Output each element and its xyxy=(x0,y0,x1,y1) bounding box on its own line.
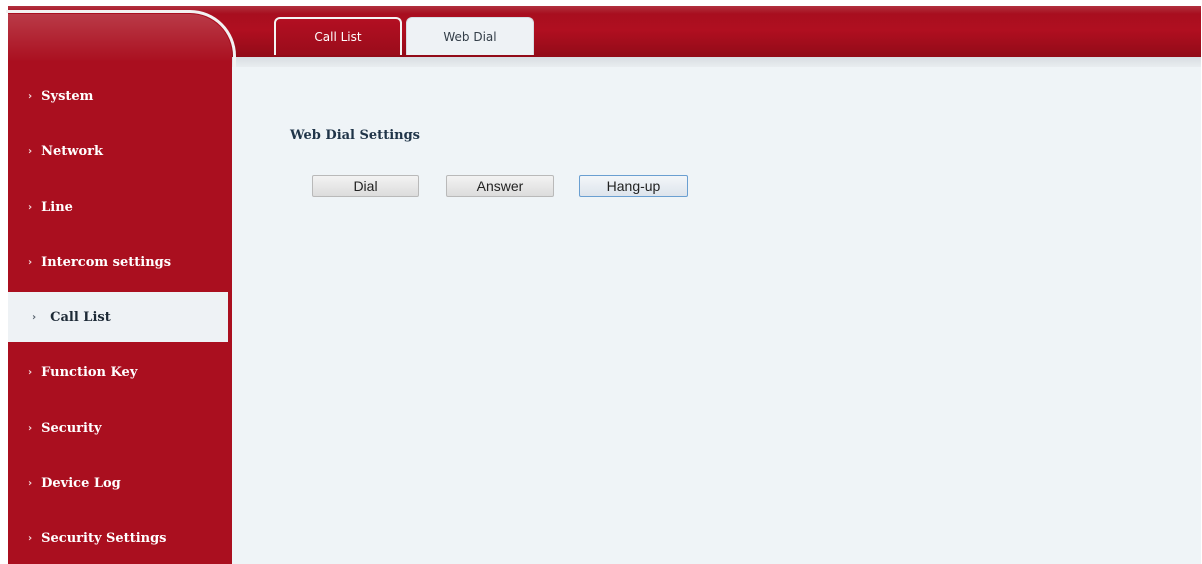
main-content: Web Dial Settings Dial Answer Hang-up xyxy=(232,67,1201,564)
sidebar-item-label: Function Key xyxy=(41,364,138,380)
top-banner-shine xyxy=(8,6,1201,14)
chevron-right-icon: › xyxy=(28,256,33,268)
tab-call-list[interactable]: Call List xyxy=(274,17,402,55)
sidebar-item-label: Call List xyxy=(50,309,111,325)
answer-button[interactable]: Answer xyxy=(446,175,554,197)
sidebar-item-security[interactable]: › Security xyxy=(8,403,228,453)
tab-underline-strip xyxy=(232,57,1201,67)
sidebar-item-line[interactable]: › Line xyxy=(8,182,228,232)
hang-up-button[interactable]: Hang-up xyxy=(579,175,688,197)
sidebar-item-label: Security Settings xyxy=(41,530,167,546)
sidebar-item-label: Device Log xyxy=(41,475,121,491)
sidebar-item-security-settings[interactable]: › Security Settings xyxy=(8,513,228,563)
section-title: Web Dial Settings xyxy=(290,128,420,143)
chevron-right-icon: › xyxy=(28,90,33,102)
chevron-right-icon: › xyxy=(28,532,33,544)
sidebar-item-function-key[interactable]: › Function Key xyxy=(8,347,228,397)
chevron-right-icon: › xyxy=(28,201,33,213)
chevron-right-icon: › xyxy=(28,145,33,157)
chevron-right-icon: › xyxy=(28,477,33,489)
sidebar-item-network[interactable]: › Network xyxy=(8,126,228,176)
sidebar-item-system[interactable]: › System xyxy=(8,71,228,121)
sidebar-item-label: Network xyxy=(41,143,104,159)
sidebar-item-call-list[interactable]: › Call List xyxy=(8,292,228,342)
chevron-right-icon: › xyxy=(32,311,37,323)
sidebar-item-label: Intercom settings xyxy=(41,254,172,270)
dial-button[interactable]: Dial xyxy=(312,175,419,197)
chevron-right-icon: › xyxy=(28,422,33,434)
sidebar-item-label: Security xyxy=(41,420,102,436)
chevron-right-icon: › xyxy=(28,366,33,378)
tab-web-dial[interactable]: Web Dial xyxy=(406,17,534,55)
web-ui-page: › System › Network › Line › Intercom set… xyxy=(0,0,1202,564)
sidebar-item-intercom-settings[interactable]: › Intercom settings xyxy=(8,237,228,287)
sidebar-item-label: System xyxy=(41,88,94,104)
sidebar-item-label: Line xyxy=(41,199,73,215)
sidebar: › System › Network › Line › Intercom set… xyxy=(8,14,232,564)
sidebar-item-device-log[interactable]: › Device Log xyxy=(8,458,228,508)
